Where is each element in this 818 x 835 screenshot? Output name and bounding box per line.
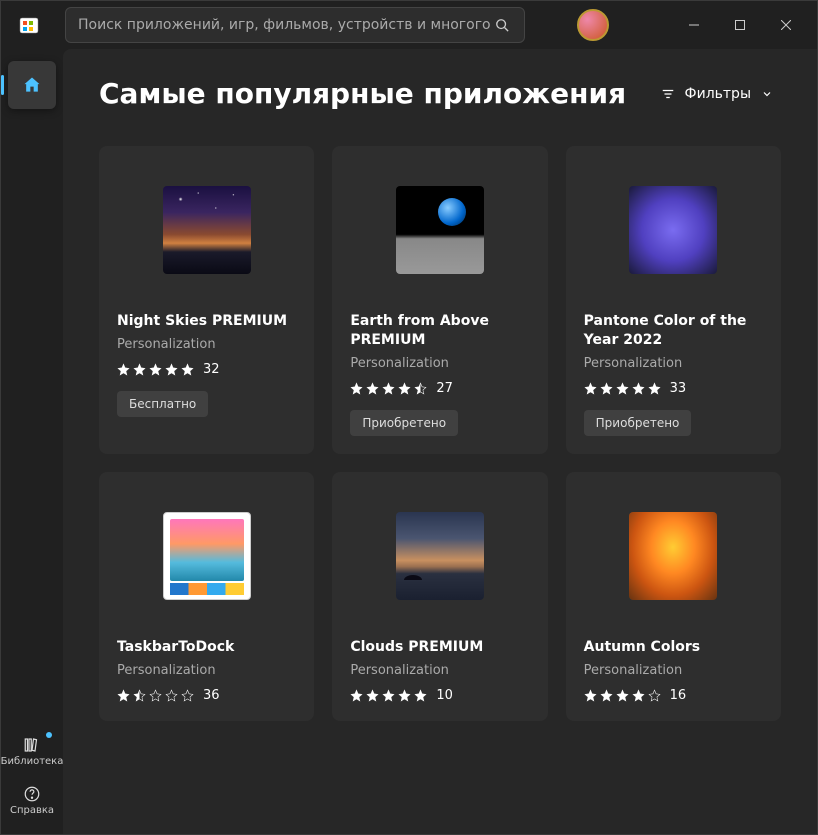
body: Библиотека Справка Самые популярные прил… [1,49,817,834]
app-category: Personalization [584,663,763,678]
sidebar-help[interactable]: Справка [2,779,62,822]
app-category: Personalization [117,663,296,678]
app-category: Personalization [350,356,529,371]
star-icon [366,382,379,395]
star-icon [165,689,178,702]
apps-grid: Night Skies PREMIUM Personalization 32 Б… [99,146,781,721]
home-icon [22,75,42,95]
app-rating: 10 [350,688,529,703]
app-thumbnail [163,512,251,600]
app-card[interactable]: Pantone Color of the Year 2022 Personali… [566,146,781,454]
star-icon [117,689,130,702]
app-thumbnail [396,512,484,600]
star-icon [350,689,363,702]
app-title: Clouds PREMIUM [350,638,529,657]
rating-count: 33 [670,381,687,396]
sidebar-home[interactable] [8,61,56,109]
library-label: Библиотека [1,756,63,767]
app-title: Pantone Color of the Year 2022 [584,312,763,350]
star-icon [133,363,146,376]
page-header: Самые популярные приложения Фильтры [99,77,781,110]
star-icon [350,382,363,395]
app-badge: Приобретено [584,410,692,436]
sidebar: Библиотека Справка [1,49,63,834]
star-icon [616,382,629,395]
star-icon [398,382,411,395]
app-category: Personalization [350,663,529,678]
app-thumbnail [629,512,717,600]
app-badge: Приобретено [350,410,458,436]
close-button[interactable] [763,9,809,41]
app-title: Earth from Above PREMIUM [350,312,529,350]
chevron-down-icon [761,88,773,100]
app-card[interactable]: Autumn Colors Personalization 16 [566,472,781,721]
star-icon [632,689,645,702]
app-rating: 32 [117,362,296,377]
star-icon [165,363,178,376]
titlebar [1,1,817,49]
maximize-button[interactable] [717,9,763,41]
app-category: Personalization [117,337,296,352]
app-thumbnail [396,186,484,274]
filter-label: Фильтры [685,86,751,102]
star-icon [414,689,427,702]
window: Библиотека Справка Самые популярные прил… [0,0,818,835]
app-card[interactable]: TaskbarToDock Personalization 36 [99,472,314,721]
star-icon [600,689,613,702]
store-app-icon [13,9,45,41]
rating-count: 10 [436,688,453,703]
rating-count: 32 [203,362,220,377]
filter-button[interactable]: Фильтры [653,80,781,108]
app-category: Personalization [584,356,763,371]
search-input[interactable] [78,17,492,33]
star-icon [648,382,661,395]
star-icon [149,689,162,702]
star-icon [648,689,661,702]
page-title: Самые популярные приложения [99,77,626,110]
star-icon [181,689,194,702]
window-controls [671,9,809,41]
sidebar-library[interactable]: Библиотека [2,730,62,773]
star-icon [414,382,427,395]
app-title: Autumn Colors [584,638,763,657]
app-thumbnail [163,186,251,274]
app-rating: 16 [584,688,763,703]
star-icon [632,382,645,395]
library-icon [23,736,41,754]
notification-dot-icon [46,732,52,738]
help-icon [23,785,41,803]
app-badge: Бесплатно [117,391,208,417]
app-rating: 33 [584,381,763,396]
search-icon[interactable] [492,15,512,35]
app-card[interactable]: Earth from Above PREMIUM Personalization… [332,146,547,454]
minimize-button[interactable] [671,9,717,41]
user-avatar[interactable] [577,9,609,41]
app-rating: 36 [117,688,296,703]
star-icon [600,382,613,395]
star-icon [584,382,597,395]
star-icon [181,363,194,376]
star-icon [584,689,597,702]
filter-icon [661,87,675,101]
star-icon [382,382,395,395]
star-icon [616,689,629,702]
star-icon [382,689,395,702]
app-rating: 27 [350,381,529,396]
star-icon [117,363,130,376]
app-thumbnail [629,186,717,274]
app-card[interactable]: Clouds PREMIUM Personalization 10 [332,472,547,721]
star-icon [366,689,379,702]
star-icon [398,689,411,702]
rating-count: 16 [670,688,687,703]
app-title: TaskbarToDock [117,638,296,657]
help-label: Справка [10,805,54,816]
rating-count: 27 [436,381,453,396]
app-card[interactable]: Night Skies PREMIUM Personalization 32 Б… [99,146,314,454]
search-bar[interactable] [65,7,525,43]
app-title: Night Skies PREMIUM [117,312,296,331]
rating-count: 36 [203,688,220,703]
content: Самые популярные приложения Фильтры Nigh… [63,49,817,834]
star-icon [149,363,162,376]
star-icon [133,689,146,702]
